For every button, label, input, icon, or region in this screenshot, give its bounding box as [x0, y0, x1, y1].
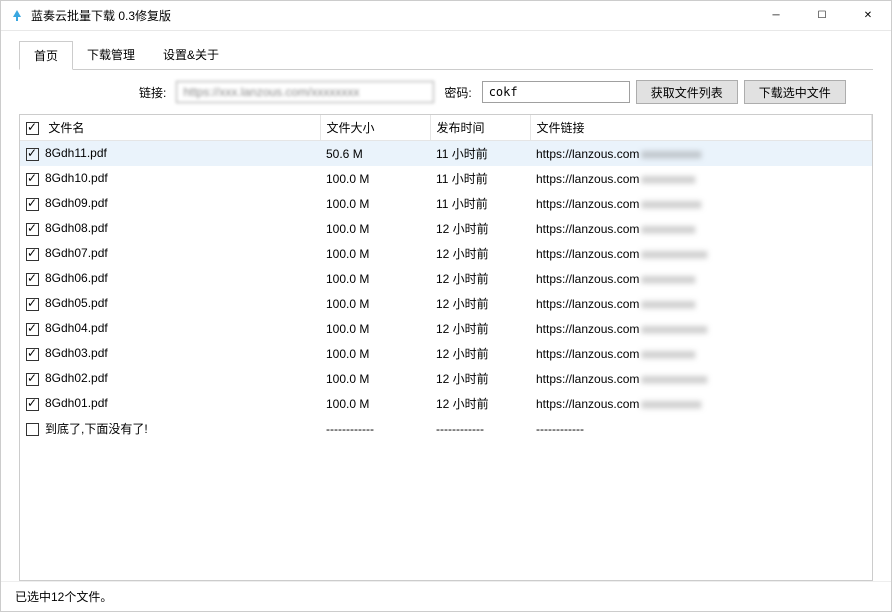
file-link: ------------ [530, 416, 872, 441]
file-size: 100.0 M [320, 166, 430, 191]
table-row[interactable]: 8Gdh08.pdf 100.0 M12 小时前https://lanzous.c… [20, 216, 872, 241]
file-size: ------------ [320, 416, 430, 441]
file-size: 100.0 M [320, 366, 430, 391]
table-row[interactable]: 8Gdh02.pdf 100.0 M12 小时前https://lanzous.c… [20, 366, 872, 391]
table-row[interactable]: 8Gdh06.pdf 100.0 M12 小时前https://lanzous.c… [20, 266, 872, 291]
toolbar: 链接: 密码: 获取文件列表 下载选中文件 [1, 70, 891, 114]
file-link: https://lanzous.com xxxxxxxxxxx [530, 241, 872, 266]
table-row[interactable]: 8Gdh04.pdf 100.0 M12 小时前https://lanzous.c… [20, 316, 872, 341]
file-size: 100.0 M [320, 191, 430, 216]
file-table-container: 文件名 文件大小 发布时间 文件链接 8Gdh11.pdf 50.6 M11 小时… [19, 114, 873, 581]
file-name: 8Gdh09.pdf [45, 196, 108, 210]
fetch-list-button[interactable]: 获取文件列表 [636, 80, 738, 104]
row-checkbox[interactable] [26, 423, 39, 436]
file-name: 8Gdh08.pdf [45, 221, 108, 235]
tab-home[interactable]: 首页 [19, 41, 73, 70]
app-icon [9, 8, 25, 24]
table-row[interactable]: 8Gdh11.pdf 50.6 M11 小时前https://lanzous.co… [20, 141, 872, 167]
row-checkbox[interactable] [26, 323, 39, 336]
file-link: https://lanzous.com xxxxxxxxx [530, 291, 872, 316]
file-link: https://lanzous.com xxxxxxxxx [530, 216, 872, 241]
titlebar: 蓝奏云批量下载 0.3修复版 ─ ☐ ✕ [1, 1, 891, 31]
file-link: https://lanzous.com xxxxxxxxx [530, 266, 872, 291]
table-row[interactable]: 8Gdh07.pdf 100.0 M12 小时前https://lanzous.c… [20, 241, 872, 266]
row-checkbox[interactable] [26, 198, 39, 211]
status-bar: 已选中12个文件。 [1, 581, 891, 611]
file-size: 100.0 M [320, 241, 430, 266]
file-link: https://lanzous.com xxxxxxxxxx [530, 191, 872, 216]
file-link: https://lanzous.com xxxxxxxxxxx [530, 316, 872, 341]
row-checkbox[interactable] [26, 173, 39, 186]
file-name: 8Gdh01.pdf [45, 396, 108, 410]
row-checkbox[interactable] [26, 298, 39, 311]
file-name: 8Gdh02.pdf [45, 371, 108, 385]
row-checkbox[interactable] [26, 348, 39, 361]
file-time: 12 小时前 [430, 266, 530, 291]
file-link: https://lanzous.com xxxxxxxxxx [530, 391, 872, 416]
file-size: 50.6 M [320, 141, 430, 167]
password-input[interactable] [482, 81, 630, 103]
row-checkbox[interactable] [26, 373, 39, 386]
file-name: 8Gdh06.pdf [45, 271, 108, 285]
file-link: https://lanzous.com xxxxxxxxx [530, 166, 872, 191]
minimize-button[interactable]: ─ [753, 1, 799, 31]
column-header-time[interactable]: 发布时间 [430, 115, 530, 141]
column-header-name[interactable]: 文件名 [20, 115, 320, 141]
row-checkbox[interactable] [26, 223, 39, 236]
tab-divider [19, 69, 873, 70]
file-link: https://lanzous.com xxxxxxxxxx [530, 141, 872, 167]
file-time: 12 小时前 [430, 291, 530, 316]
file-name: 到底了,下面没有了! [45, 422, 148, 436]
password-label: 密码: [444, 84, 471, 101]
maximize-button[interactable]: ☐ [799, 1, 845, 31]
select-all-checkbox[interactable] [26, 122, 39, 135]
tab-settings-about[interactable]: 设置&关于 [149, 41, 233, 70]
row-checkbox[interactable] [26, 248, 39, 261]
file-time: 12 小时前 [430, 366, 530, 391]
file-time: 12 小时前 [430, 241, 530, 266]
tab-downloads[interactable]: 下载管理 [73, 41, 149, 70]
file-name: 8Gdh03.pdf [45, 346, 108, 360]
tab-bar: 首页 下载管理 设置&关于 [1, 31, 891, 70]
file-name: 8Gdh10.pdf [45, 171, 108, 185]
row-checkbox[interactable] [26, 273, 39, 286]
column-header-size[interactable]: 文件大小 [320, 115, 430, 141]
file-time: 11 小时前 [430, 166, 530, 191]
table-row[interactable]: 8Gdh05.pdf 100.0 M12 小时前https://lanzous.c… [20, 291, 872, 316]
file-name: 8Gdh11.pdf [45, 146, 107, 160]
table-row[interactable]: 8Gdh10.pdf 100.0 M11 小时前https://lanzous.c… [20, 166, 872, 191]
column-header-link[interactable]: 文件链接 [530, 115, 872, 141]
file-time: 12 小时前 [430, 391, 530, 416]
file-name: 8Gdh05.pdf [45, 296, 108, 310]
file-size: 100.0 M [320, 391, 430, 416]
file-time: 11 小时前 [430, 191, 530, 216]
row-checkbox[interactable] [26, 148, 39, 161]
file-time: 12 小时前 [430, 316, 530, 341]
table-row[interactable]: 8Gdh01.pdf 100.0 M12 小时前https://lanzous.c… [20, 391, 872, 416]
file-size: 100.0 M [320, 216, 430, 241]
file-time: ------------ [430, 416, 530, 441]
file-size: 100.0 M [320, 291, 430, 316]
row-checkbox[interactable] [26, 398, 39, 411]
download-selected-button[interactable]: 下载选中文件 [744, 80, 846, 104]
link-input[interactable] [176, 81, 434, 103]
table-row[interactable]: 8Gdh09.pdf 100.0 M11 小时前https://lanzous.c… [20, 191, 872, 216]
file-time: 12 小时前 [430, 216, 530, 241]
file-link: https://lanzous.com xxxxxxxxx [530, 341, 872, 366]
file-table: 文件名 文件大小 发布时间 文件链接 8Gdh11.pdf 50.6 M11 小时… [20, 115, 872, 441]
file-name: 8Gdh07.pdf [45, 246, 108, 260]
file-link: https://lanzous.com xxxxxxxxxxx [530, 366, 872, 391]
table-row[interactable]: 到底了,下面没有了!------------------------------… [20, 416, 872, 441]
file-size: 100.0 M [320, 266, 430, 291]
file-time: 11 小时前 [430, 141, 530, 167]
close-button[interactable]: ✕ [845, 1, 891, 31]
file-time: 12 小时前 [430, 341, 530, 366]
table-row[interactable]: 8Gdh03.pdf 100.0 M12 小时前https://lanzous.c… [20, 341, 872, 366]
link-label: 链接: [139, 84, 166, 101]
window-title: 蓝奏云批量下载 0.3修复版 [31, 7, 753, 24]
file-size: 100.0 M [320, 316, 430, 341]
file-size: 100.0 M [320, 341, 430, 366]
file-name: 8Gdh04.pdf [45, 321, 108, 335]
